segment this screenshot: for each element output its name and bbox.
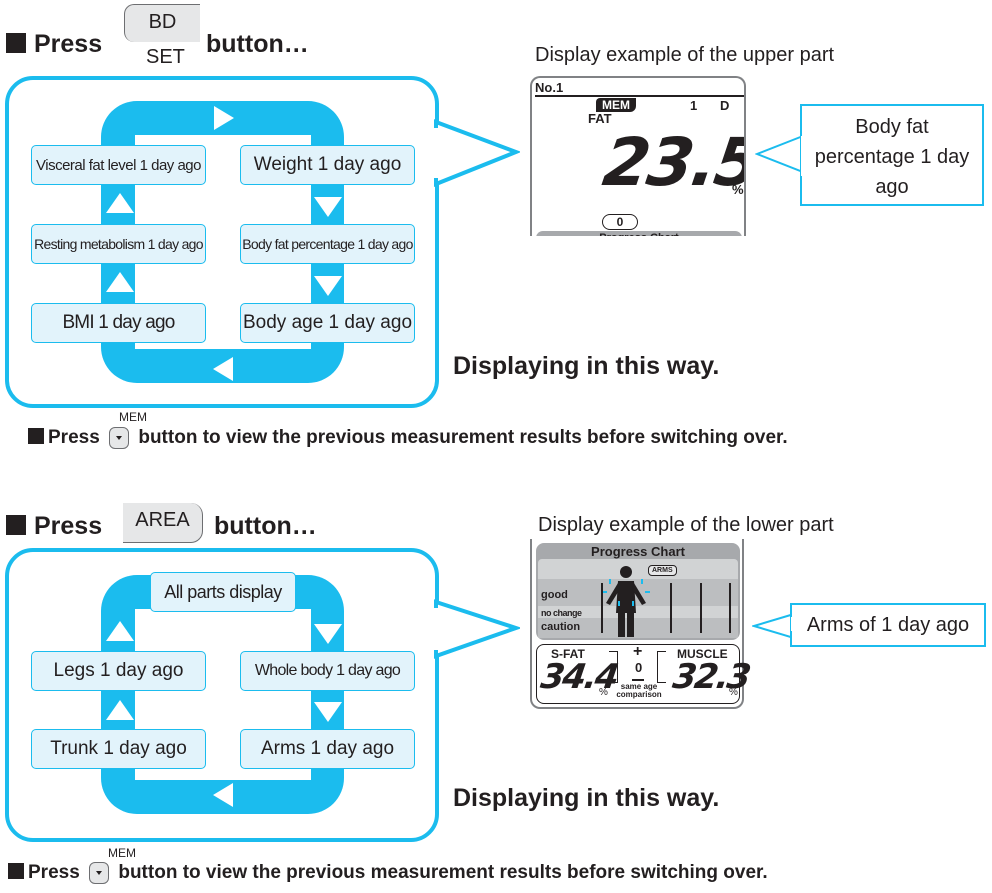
cycle-item-body-age: Body age 1 day ago xyxy=(240,303,415,343)
arrow-down-icon xyxy=(314,624,342,644)
arrow-down-icon xyxy=(314,702,342,722)
displaying-text-1: Displaying in this way. xyxy=(453,352,720,380)
cycle-item-body-fat: Body fat percentage 1 day ago xyxy=(240,224,415,264)
cycle-item-weight: Weight 1 day ago xyxy=(240,145,415,185)
arrow-up-icon xyxy=(106,700,134,720)
upper-lcd-display: No.1 MEM 1 D FAT 23.5 % 0 Progress Chart xyxy=(530,76,746,236)
lower-display-caption: Display example of the lower part xyxy=(538,514,834,536)
bd-label: BD xyxy=(148,11,177,33)
displaying-text-2: Displaying in this way. xyxy=(453,784,720,812)
s-fat-unit: % xyxy=(599,687,608,698)
arrow-right-icon xyxy=(214,106,234,130)
cycle-item-visceral-fat: Visceral fat level 1 day ago xyxy=(31,145,206,185)
muscle-value: 32.3 xyxy=(670,657,752,697)
cycle-item-arms: Arms 1 day ago xyxy=(240,729,415,769)
cycle-item-resting-metabolism: Resting metabolism 1 day ago xyxy=(31,224,206,264)
fat-value: 23.5 xyxy=(598,124,746,201)
mem-key-label: MEM xyxy=(119,410,147,424)
cycle-item-legs: Legs 1 day ago xyxy=(31,651,206,691)
panel-tail xyxy=(430,119,520,187)
upper-callout: Body fat percentage 1 day ago xyxy=(800,104,984,206)
lower-lcd-display: Progress Chart good no change caution AR… xyxy=(530,539,752,709)
bd-set-button[interactable]: BD xyxy=(124,4,200,42)
comparison-label: same age comparison xyxy=(616,682,662,699)
callout-tail xyxy=(755,134,804,174)
mem-badge: MEM xyxy=(596,98,636,112)
cycle-item-all-parts: All parts display xyxy=(150,572,296,612)
section2-heading-suffix: button… xyxy=(214,512,317,540)
bullet-square-icon xyxy=(28,428,44,444)
section2-heading: Press xyxy=(6,512,102,541)
plus-sign: + xyxy=(633,643,643,660)
area-button[interactable]: AREA xyxy=(123,503,203,543)
section1-heading: Press xyxy=(6,30,102,59)
cycle-item-whole-body: Whole body 1 day ago xyxy=(240,651,415,691)
user-number: No.1 xyxy=(535,80,564,95)
sub-value-pill: 0 xyxy=(602,214,638,230)
level-good: good xyxy=(541,589,568,601)
bullet-square-icon xyxy=(8,863,24,879)
day-count: 1 xyxy=(690,98,698,113)
body-figure-icon xyxy=(602,566,650,637)
arrow-up-icon xyxy=(106,621,134,641)
area-label: AREA xyxy=(135,509,190,531)
progress-chart-partial: Progress Chart xyxy=(536,231,742,236)
progress-chart-title: Progress Chart xyxy=(591,544,685,559)
mem-key-label: MEM xyxy=(108,846,136,860)
center-value: 0 xyxy=(635,660,643,675)
progress-chart: Progress Chart good no change caution AR… xyxy=(536,543,740,640)
lower-callout: Arms of 1 day ago xyxy=(790,603,986,647)
mem-note-2: Press button to view the previous measur… xyxy=(8,862,768,884)
bullet-square-icon xyxy=(6,33,26,54)
mem-button[interactable] xyxy=(89,862,110,884)
comparison-panel: S-FAT 34.4 % + 0 same age comparison MUS… xyxy=(536,643,752,704)
level-no-change: no change xyxy=(541,608,582,618)
level-caution: caution xyxy=(541,621,581,633)
bullet-square-icon xyxy=(6,515,26,536)
section1-heading-suffix: button… xyxy=(206,30,309,58)
mem-button[interactable] xyxy=(109,427,130,449)
mem-note-1: Press button to view the previous measur… xyxy=(28,427,788,449)
arrow-left-icon xyxy=(213,357,233,381)
panel-tail xyxy=(430,599,520,659)
arrow-up-icon xyxy=(106,272,134,292)
arrow-left-icon xyxy=(213,783,233,807)
arrow-up-icon xyxy=(106,193,134,213)
day-unit: D xyxy=(720,98,730,113)
metric-label: FAT xyxy=(588,111,612,126)
muscle-unit: % xyxy=(729,687,738,698)
cycle-item-bmi: BMI 1 day ago xyxy=(31,303,206,343)
fat-unit: % xyxy=(732,182,744,197)
arrow-down-icon xyxy=(314,197,342,217)
arrow-down-icon xyxy=(314,276,342,296)
upper-display-caption: Display example of the upper part xyxy=(535,44,835,66)
set-label: SET xyxy=(146,46,185,68)
minus-sign xyxy=(632,679,644,681)
cycle-item-trunk: Trunk 1 day ago xyxy=(31,729,206,769)
